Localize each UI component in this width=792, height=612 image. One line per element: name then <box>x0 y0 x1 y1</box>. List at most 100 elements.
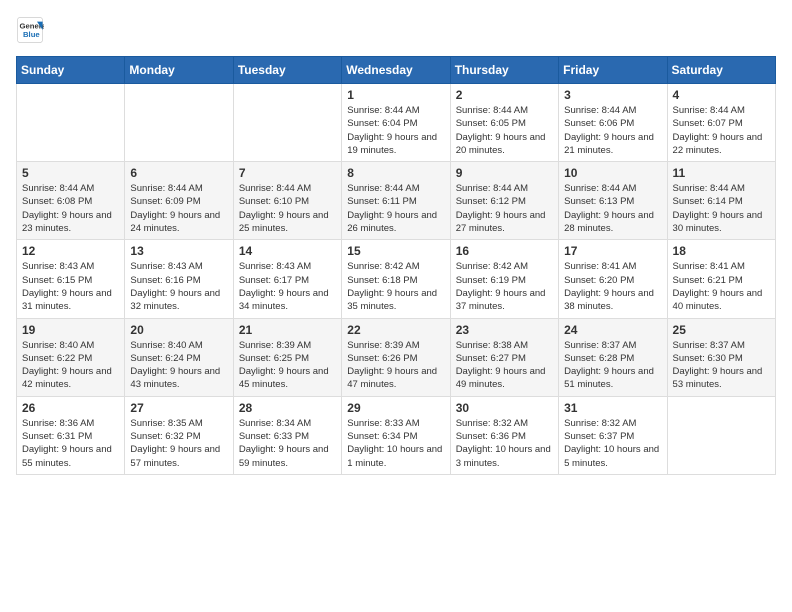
calendar-cell: 28 Sunrise: 8:34 AM Sunset: 6:33 PM Dayli… <box>233 396 341 474</box>
calendar-cell: 9 Sunrise: 8:44 AM Sunset: 6:12 PM Daylig… <box>450 162 558 240</box>
day-number: 4 <box>673 88 770 102</box>
day-info: Sunrise: 8:32 AM Sunset: 6:36 PM Dayligh… <box>456 417 553 470</box>
calendar-cell: 24 Sunrise: 8:37 AM Sunset: 6:28 PM Dayli… <box>559 318 667 396</box>
calendar-cell: 11Sunrise: 8:44 AM Sunset: 6:14 PM Dayli… <box>667 162 775 240</box>
calendar-cell: 31 Sunrise: 8:32 AM Sunset: 6:37 PM Dayli… <box>559 396 667 474</box>
day-number: 7 <box>239 166 336 180</box>
weekday-header-row: SundayMondayTuesdayWednesdayThursdayFrid… <box>17 57 776 84</box>
day-number: 1 <box>347 88 444 102</box>
day-info: Sunrise: 8:39 AM Sunset: 6:25 PM Dayligh… <box>239 339 336 392</box>
weekday-header-wednesday: Wednesday <box>342 57 450 84</box>
calendar-cell: 18 Sunrise: 8:41 AM Sunset: 6:21 PM Dayli… <box>667 240 775 318</box>
day-info: Sunrise: 8:43 AM Sunset: 6:15 PM Dayligh… <box>22 260 119 313</box>
calendar-cell: 8Sunrise: 8:44 AM Sunset: 6:11 PM Daylig… <box>342 162 450 240</box>
day-number: 15 <box>347 244 444 258</box>
day-number: 16 <box>456 244 553 258</box>
day-info: Sunrise: 8:38 AM Sunset: 6:27 PM Dayligh… <box>456 339 553 392</box>
day-number: 9 <box>456 166 553 180</box>
day-info: Sunrise: 8:37 AM Sunset: 6:30 PM Dayligh… <box>673 339 770 392</box>
day-number: 19 <box>22 323 119 337</box>
weekday-header-friday: Friday <box>559 57 667 84</box>
calendar-cell: 4 Sunrise: 8:44 AM Sunset: 6:07 PM Daylig… <box>667 84 775 162</box>
day-number: 3 <box>564 88 661 102</box>
day-number: 30 <box>456 401 553 415</box>
day-info: Sunrise: 8:44 AM Sunset: 6:12 PM Dayligh… <box>456 182 553 235</box>
day-info: Sunrise: 8:40 AM Sunset: 6:22 PM Dayligh… <box>22 339 119 392</box>
day-number: 2 <box>456 88 553 102</box>
day-number: 23 <box>456 323 553 337</box>
day-number: 29 <box>347 401 444 415</box>
weekday-header-thursday: Thursday <box>450 57 558 84</box>
day-info: Sunrise: 8:44 AM Sunset: 6:07 PM Dayligh… <box>673 104 770 157</box>
day-info: Sunrise: 8:43 AM Sunset: 6:16 PM Dayligh… <box>130 260 227 313</box>
calendar-week-1: 1 Sunrise: 8:44 AM Sunset: 6:04 PM Daylig… <box>17 84 776 162</box>
day-info: Sunrise: 8:32 AM Sunset: 6:37 PM Dayligh… <box>564 417 661 470</box>
day-info: Sunrise: 8:42 AM Sunset: 6:19 PM Dayligh… <box>456 260 553 313</box>
calendar-cell <box>17 84 125 162</box>
svg-text:Blue: Blue <box>23 30 40 39</box>
calendar-cell: 23 Sunrise: 8:38 AM Sunset: 6:27 PM Dayli… <box>450 318 558 396</box>
day-number: 6 <box>130 166 227 180</box>
day-info: Sunrise: 8:33 AM Sunset: 6:34 PM Dayligh… <box>347 417 444 470</box>
calendar-cell: 2 Sunrise: 8:44 AM Sunset: 6:05 PM Daylig… <box>450 84 558 162</box>
calendar-cell: 29 Sunrise: 8:33 AM Sunset: 6:34 PM Dayli… <box>342 396 450 474</box>
calendar-week-3: 12 Sunrise: 8:43 AM Sunset: 6:15 PM Dayli… <box>17 240 776 318</box>
day-number: 17 <box>564 244 661 258</box>
weekday-header-sunday: Sunday <box>17 57 125 84</box>
day-info: Sunrise: 8:44 AM Sunset: 6:11 PM Dayligh… <box>347 182 444 235</box>
day-number: 28 <box>239 401 336 415</box>
calendar-cell: 5 Sunrise: 8:44 AM Sunset: 6:08 PM Daylig… <box>17 162 125 240</box>
day-number: 12 <box>22 244 119 258</box>
weekday-header-tuesday: Tuesday <box>233 57 341 84</box>
day-number: 10 <box>564 166 661 180</box>
calendar-cell: 26Sunrise: 8:36 AM Sunset: 6:31 PM Dayli… <box>17 396 125 474</box>
day-info: Sunrise: 8:36 AM Sunset: 6:31 PM Dayligh… <box>22 417 119 470</box>
day-info: Sunrise: 8:44 AM Sunset: 6:09 PM Dayligh… <box>130 182 227 235</box>
day-number: 18 <box>673 244 770 258</box>
day-info: Sunrise: 8:44 AM Sunset: 6:04 PM Dayligh… <box>347 104 444 157</box>
calendar-cell: 22 Sunrise: 8:39 AM Sunset: 6:26 PM Dayli… <box>342 318 450 396</box>
day-number: 11 <box>673 166 770 180</box>
day-info: Sunrise: 8:44 AM Sunset: 6:13 PM Dayligh… <box>564 182 661 235</box>
day-number: 24 <box>564 323 661 337</box>
calendar-cell: 10 Sunrise: 8:44 AM Sunset: 6:13 PM Dayli… <box>559 162 667 240</box>
day-info: Sunrise: 8:41 AM Sunset: 6:20 PM Dayligh… <box>564 260 661 313</box>
day-info: Sunrise: 8:44 AM Sunset: 6:06 PM Dayligh… <box>564 104 661 157</box>
calendar-cell <box>125 84 233 162</box>
weekday-header-monday: Monday <box>125 57 233 84</box>
day-number: 13 <box>130 244 227 258</box>
calendar-cell: 6 Sunrise: 8:44 AM Sunset: 6:09 PM Daylig… <box>125 162 233 240</box>
day-info: Sunrise: 8:40 AM Sunset: 6:24 PM Dayligh… <box>130 339 227 392</box>
day-info: Sunrise: 8:44 AM Sunset: 6:10 PM Dayligh… <box>239 182 336 235</box>
day-number: 22 <box>347 323 444 337</box>
day-number: 5 <box>22 166 119 180</box>
calendar-cell: 15Sunrise: 8:42 AM Sunset: 6:18 PM Dayli… <box>342 240 450 318</box>
day-number: 21 <box>239 323 336 337</box>
calendar-cell: 16 Sunrise: 8:42 AM Sunset: 6:19 PM Dayli… <box>450 240 558 318</box>
day-number: 31 <box>564 401 661 415</box>
calendar-cell: 13 Sunrise: 8:43 AM Sunset: 6:16 PM Dayli… <box>125 240 233 318</box>
calendar-cell: 3 Sunrise: 8:44 AM Sunset: 6:06 PM Daylig… <box>559 84 667 162</box>
calendar-week-5: 26Sunrise: 8:36 AM Sunset: 6:31 PM Dayli… <box>17 396 776 474</box>
calendar-cell: 21 Sunrise: 8:39 AM Sunset: 6:25 PM Dayli… <box>233 318 341 396</box>
day-info: Sunrise: 8:44 AM Sunset: 6:05 PM Dayligh… <box>456 104 553 157</box>
logo: General Blue <box>16 16 48 44</box>
calendar-cell <box>233 84 341 162</box>
calendar-cell: 7 Sunrise: 8:44 AM Sunset: 6:10 PM Daylig… <box>233 162 341 240</box>
day-info: Sunrise: 8:39 AM Sunset: 6:26 PM Dayligh… <box>347 339 444 392</box>
calendar-cell: 19 Sunrise: 8:40 AM Sunset: 6:22 PM Dayli… <box>17 318 125 396</box>
calendar-week-2: 5 Sunrise: 8:44 AM Sunset: 6:08 PM Daylig… <box>17 162 776 240</box>
day-info: Sunrise: 8:37 AM Sunset: 6:28 PM Dayligh… <box>564 339 661 392</box>
day-info: Sunrise: 8:34 AM Sunset: 6:33 PM Dayligh… <box>239 417 336 470</box>
weekday-header-saturday: Saturday <box>667 57 775 84</box>
day-info: Sunrise: 8:44 AM Sunset: 6:08 PM Dayligh… <box>22 182 119 235</box>
calendar-cell: 20Sunrise: 8:40 AM Sunset: 6:24 PM Dayli… <box>125 318 233 396</box>
day-info: Sunrise: 8:41 AM Sunset: 6:21 PM Dayligh… <box>673 260 770 313</box>
calendar-table: SundayMondayTuesdayWednesdayThursdayFrid… <box>16 56 776 475</box>
calendar-cell: 25 Sunrise: 8:37 AM Sunset: 6:30 PM Dayli… <box>667 318 775 396</box>
day-number: 25 <box>673 323 770 337</box>
day-info: Sunrise: 8:35 AM Sunset: 6:32 PM Dayligh… <box>130 417 227 470</box>
day-number: 27 <box>130 401 227 415</box>
day-info: Sunrise: 8:43 AM Sunset: 6:17 PM Dayligh… <box>239 260 336 313</box>
calendar-cell: 17 Sunrise: 8:41 AM Sunset: 6:20 PM Dayli… <box>559 240 667 318</box>
